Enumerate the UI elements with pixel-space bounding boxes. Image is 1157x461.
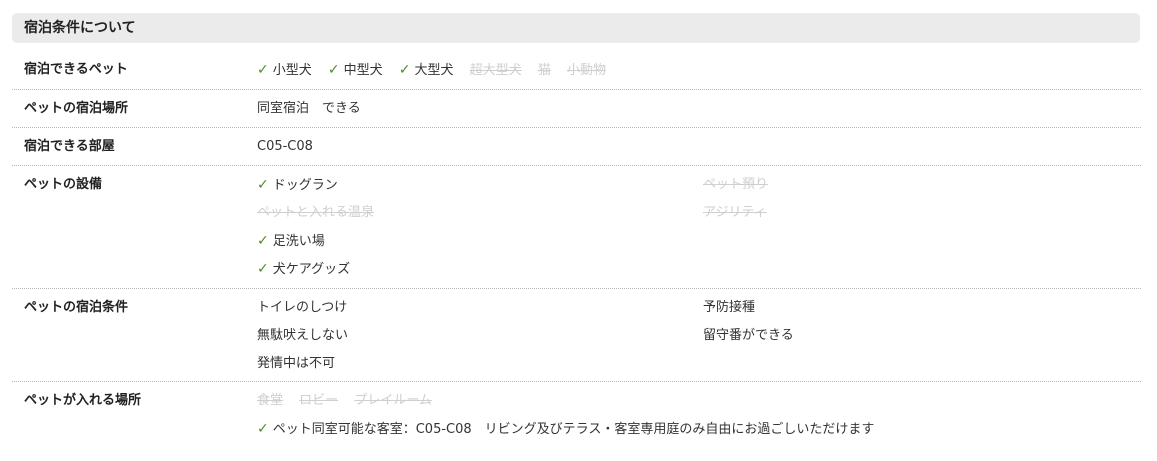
pet-type-item: ✓ 大型犬: [398, 62, 454, 78]
row-pet-conditions: ペットの宿泊条件 トイレのしつけ 無駄吠えしない 発情中は不可 予防接種 留守番…: [12, 294, 1141, 382]
area-item-disabled: プレイルーム: [354, 393, 432, 408]
check-icon: ✓: [257, 233, 269, 249]
row-pet-stay-location: ペットの宿泊場所 同室宿泊 できる: [12, 95, 1141, 128]
facility-item-disabled: アジリティ: [703, 205, 767, 220]
row-value: 同室宿泊 できる: [257, 101, 361, 116]
condition-item: 無駄吠えしない: [257, 328, 349, 343]
facility-item-disabled: ペットと入れる温泉: [257, 205, 375, 220]
facility-item: ✓ 足洗い場: [257, 233, 325, 249]
pet-type-item-disabled: 超大型犬: [469, 63, 522, 78]
check-icon: ✓: [398, 62, 411, 78]
section-header: 宿泊条件について: [12, 13, 1140, 43]
check-icon: ✓: [257, 177, 269, 193]
check-icon: ✓: [257, 261, 269, 277]
row-value: C05-C08: [257, 139, 313, 154]
row-label: 宿泊できる部屋: [24, 139, 115, 154]
pet-type-item-disabled: 小動物: [566, 63, 606, 78]
condition-item: 発情中は不可: [257, 356, 336, 371]
section-title: 宿泊条件について: [24, 20, 136, 36]
condition-item: 留守番ができる: [703, 328, 794, 343]
area-item-disabled: 食堂: [257, 393, 284, 408]
check-icon: ✓: [257, 421, 269, 437]
area-note: ✓ ペット同室可能な客室：C05-C08 リビング及びテラス・客室専用庭のみ自由に…: [257, 421, 875, 437]
row-allowed-pets: 宿泊できるペット ✓ 小型犬 ✓ 中型犬 ✓ 大型犬 超大型犬 猫 小動物: [12, 56, 1141, 90]
row-rooms: 宿泊できる部屋 C05-C08: [12, 133, 1141, 166]
row-label: ペットの設備: [24, 177, 103, 192]
row-label: 宿泊できるペット: [24, 62, 128, 77]
condition-item: トイレのしつけ: [257, 300, 348, 315]
pet-type-item: ✓ 小型犬: [257, 62, 312, 78]
area-list: 食堂 ロビー プレイルーム: [257, 387, 444, 415]
row-pet-facilities: ペットの設備 ✓ ドッグラン ペットと入れる温泉 ✓ 足洗い場 ✓ 犬ケアグッズ ペッ…: [12, 171, 1141, 289]
facility-item-disabled: ペット預り: [703, 177, 769, 192]
pet-type-item: ✓ 中型犬: [327, 62, 383, 78]
condition-item: 予防接種: [703, 300, 756, 315]
facility-item: ✓ 犬ケアグッズ: [257, 261, 351, 277]
row-label: ペットの宿泊条件: [24, 300, 129, 315]
facility-item: ✓ ドッグラン: [257, 177, 338, 193]
row-label: ペットが入れる場所: [24, 393, 142, 408]
check-icon: ✓: [327, 62, 340, 78]
row-pet-areas: ペットが入れる場所 食堂 ロビー プレイルーム ✓ ペット同室可能な客室：C05-…: [12, 387, 1141, 447]
pet-type-item-disabled: 猫: [537, 63, 551, 78]
pet-types-list: ✓ 小型犬 ✓ 中型犬 ✓ 大型犬 超大型犬 猫 小動物: [257, 56, 618, 85]
area-item-disabled: ロビー: [299, 393, 339, 408]
check-icon: ✓: [257, 62, 269, 78]
row-label: ペットの宿泊場所: [24, 101, 129, 116]
